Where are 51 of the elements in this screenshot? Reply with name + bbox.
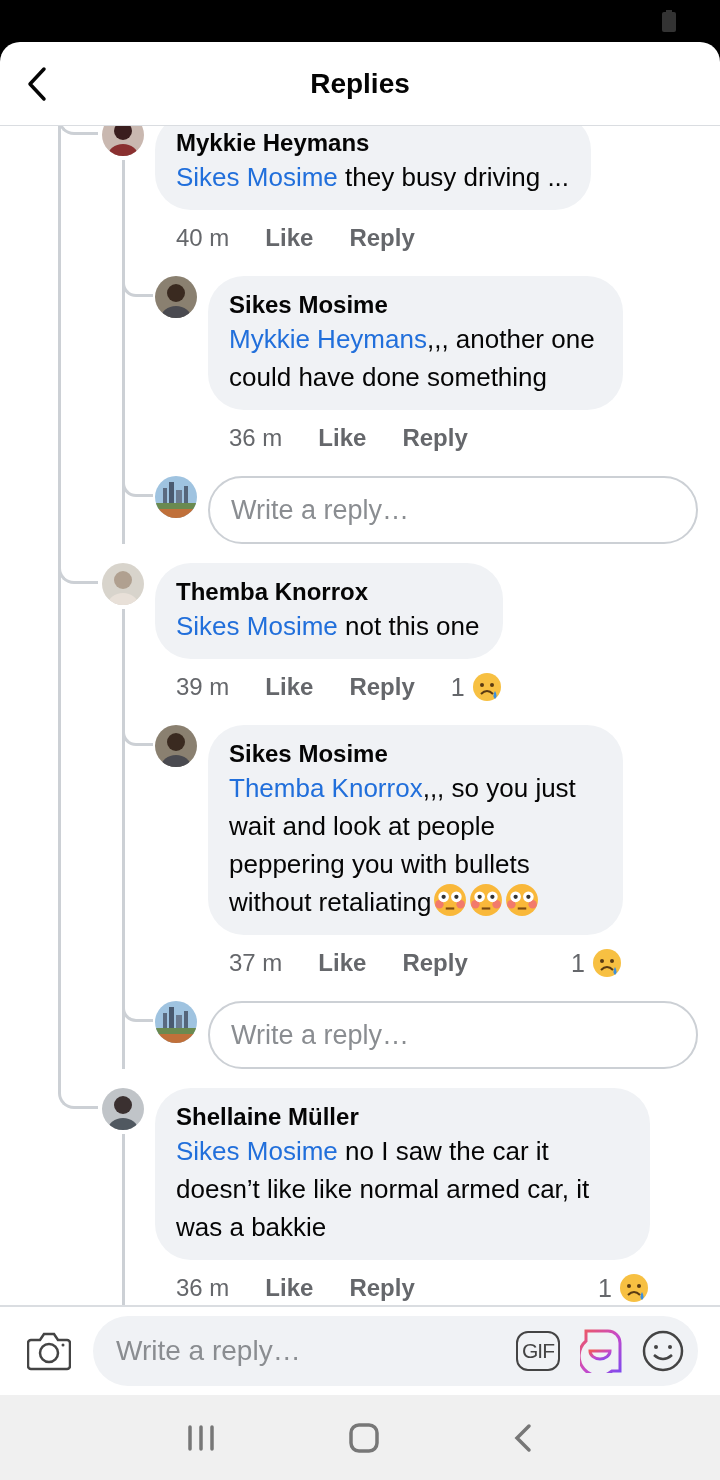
comment-text: Themba Knorrox,,, so you just wait and look at people peppering you with bullets without retaliating <box>229 772 577 919</box>
like-button[interactable]: Like <box>265 673 314 701</box>
flushed-face-icon <box>505 883 540 917</box>
comment-text: Sikes Mosime no I saw the car it doesn’t like like normal armed car, it was a bakkie <box>176 1135 591 1244</box>
back-icon[interactable] <box>513 1422 533 1453</box>
comment-text: Sikes Mosime not this one <box>176 610 481 643</box>
like-button[interactable]: Like <box>318 949 367 977</box>
mention-link[interactable]: Sikes Mosime <box>176 1136 338 1166</box>
comment-time: 40 m <box>176 224 230 252</box>
reaction-count: 1 <box>598 1273 612 1303</box>
like-button[interactable]: Like <box>265 224 314 252</box>
reply-input[interactable]: Write a reply… <box>208 1001 698 1069</box>
sad-face-icon <box>591 947 623 979</box>
recent-apps-icon[interactable] <box>187 1424 215 1451</box>
reply-button[interactable]: Reply <box>402 949 468 977</box>
sticker-icon[interactable] <box>580 1329 622 1373</box>
like-button[interactable]: Like <box>318 424 367 452</box>
comment-text: Sikes Mosime they busy driving ... <box>176 161 570 194</box>
commenter-name[interactable]: Themba Knorrox <box>176 577 481 607</box>
reply-button[interactable]: Reply <box>349 1274 415 1302</box>
commenter-name[interactable]: Shellaine Müller <box>176 1102 628 1132</box>
reaction-count: 1 <box>450 672 465 702</box>
reply-input[interactable]: Write a reply… <box>208 476 698 544</box>
comment-time: 36 m <box>176 1274 230 1302</box>
smile-icon[interactable] <box>642 1330 684 1372</box>
sad-face-icon <box>618 1272 650 1304</box>
mention-link[interactable]: Themba Knorrox <box>229 773 423 803</box>
commenter-name[interactable]: Sikes Mosime <box>229 739 601 769</box>
reply-button[interactable]: Reply <box>402 424 468 452</box>
battery-icon <box>662 10 676 32</box>
camera-icon[interactable] <box>27 1331 71 1371</box>
home-icon[interactable] <box>349 1422 379 1453</box>
reply-button[interactable]: Reply <box>349 673 415 701</box>
comment-input[interactable]: Write a reply… GIF <box>93 1316 698 1386</box>
mention-link[interactable]: Sikes Mosime <box>176 611 338 641</box>
page-title: Replies <box>310 67 410 100</box>
reaction-count: 1 <box>571 948 585 978</box>
commenter-name[interactable]: Sikes Mosime <box>229 290 601 320</box>
sad-face-icon <box>470 671 503 703</box>
reply-button[interactable]: Reply <box>349 224 415 252</box>
mention-link[interactable]: Sikes Mosime <box>176 162 338 192</box>
flushed-face-icon <box>469 883 504 917</box>
commenter-name[interactable]: Mykkie Heymans <box>176 128 570 158</box>
comment-time: 36 m <box>229 424 283 452</box>
comment-time: 37 m <box>229 949 283 977</box>
mention-link[interactable]: Mykkie Heymans <box>229 324 427 354</box>
comment-time: 39 m <box>176 673 230 701</box>
like-button[interactable]: Like <box>265 1274 314 1302</box>
comment-text: Mykkie Heymans,,, another one could have done something <box>229 323 596 394</box>
gif-button[interactable]: GIF <box>516 1331 560 1371</box>
flushed-face-icon <box>433 883 468 917</box>
